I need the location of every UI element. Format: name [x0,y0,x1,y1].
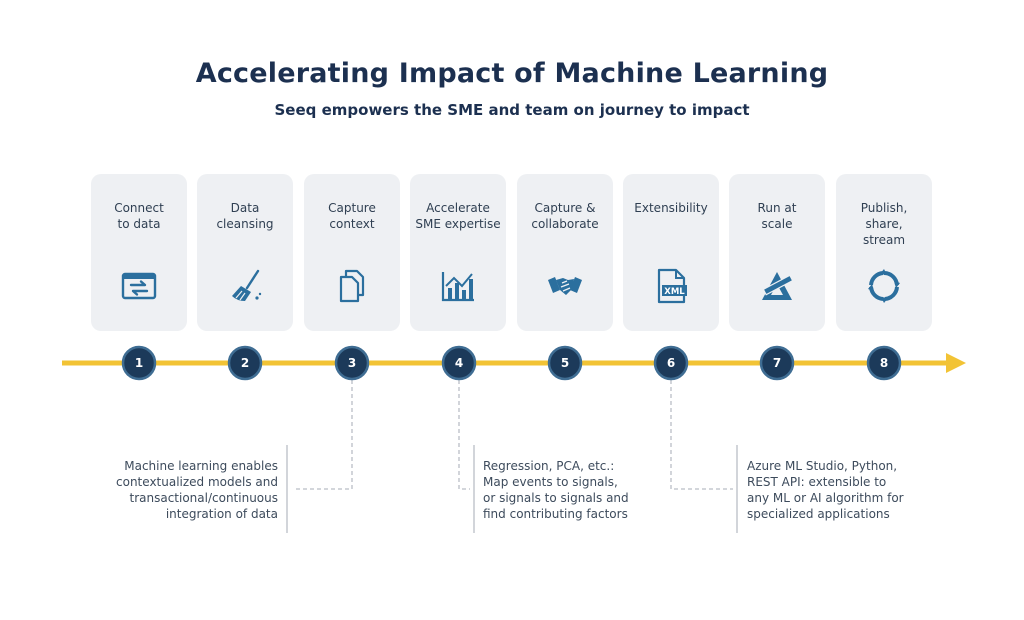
note-step-4: Regression, PCA, etc.: Map events to sig… [483,459,629,521]
connector-line [458,380,470,490]
step-number: 5 [560,356,570,370]
step-number: 7 [772,356,782,370]
step-number: 1 [134,356,144,370]
step-number: 8 [879,356,889,370]
timeline [62,345,966,533]
timeline-arrowhead [946,353,966,373]
step-number: 6 [666,356,676,370]
step-number: 4 [454,356,464,370]
step-number: 2 [240,356,250,370]
note-step-3: Machine learning enables contextualized … [116,459,278,521]
note-step-6: Azure ML Studio, Python, REST API: exten… [747,459,904,521]
step-number: 3 [347,356,357,370]
connector-line [293,380,353,490]
connector-line [670,380,733,490]
